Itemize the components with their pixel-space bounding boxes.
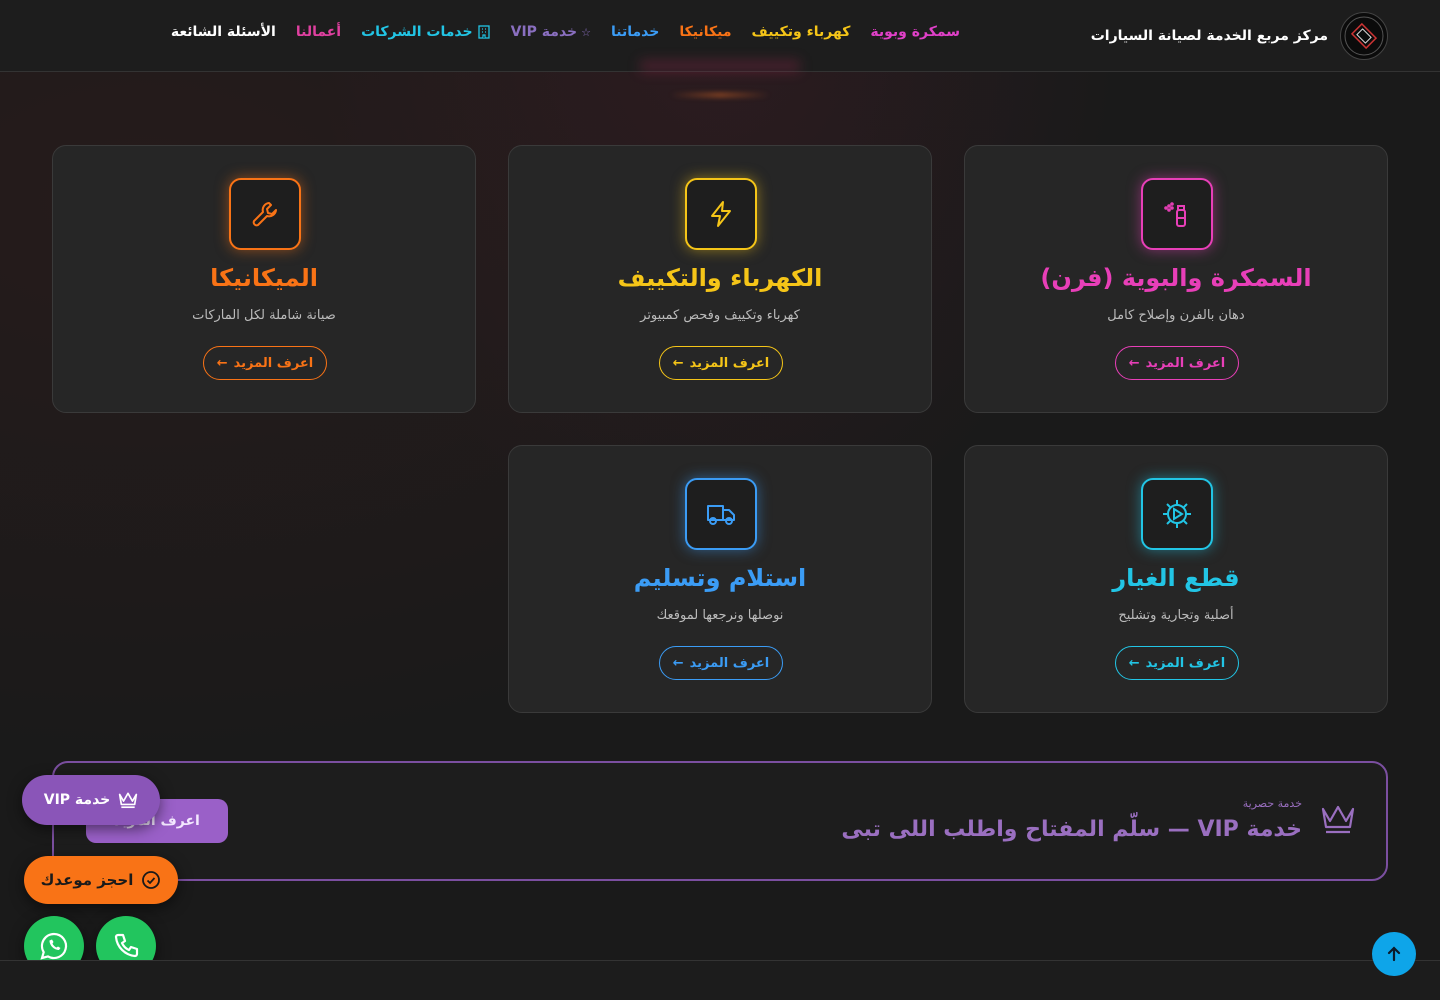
brand-title: مركز مربع الخدمة لصيانة السيارات: [1090, 28, 1328, 44]
scroll-to-top-button[interactable]: [1372, 932, 1416, 976]
brand[interactable]: مركز مربع الخدمة لصيانة السيارات: [1091, 12, 1388, 60]
crown-icon: [119, 792, 138, 809]
card-description: صيانة شاملة لكل الماركات: [192, 308, 336, 323]
service-card-bodywork: السمكرة والبوية (فرن) دهان بالفرن وإصلاح…: [964, 145, 1388, 413]
arrow-left-icon: ←: [1128, 355, 1140, 371]
floating-vip-button[interactable]: خدمة VIP: [22, 775, 160, 825]
nav-vip[interactable]: ☆ خدمة VIP: [511, 24, 591, 40]
nav-portfolio[interactable]: أعمالنا: [296, 24, 341, 40]
card-title: السمكرة والبوية (فرن): [1040, 264, 1312, 292]
nav-services[interactable]: خدماتنا: [611, 24, 659, 40]
crown-icon: [1321, 805, 1355, 834]
vip-kicker: خدمة حصرية: [1242, 797, 1302, 810]
nav-mechanics[interactable]: ميكانيكا: [679, 24, 731, 40]
star-icon: ☆: [581, 25, 592, 39]
card-description: أصلية وتجارية وتشليح: [1118, 608, 1234, 623]
whatsapp-icon: [40, 932, 68, 960]
card-title: استلام وتسليم: [633, 564, 807, 592]
learn-more-button[interactable]: اعرف المزيد ←: [659, 346, 783, 380]
card-description: نوصلها ونرجعها لموقعك: [656, 608, 784, 623]
arrow-left-icon: ←: [216, 355, 228, 371]
service-card-electrical: الكهرباء والتكييف كهرباء وتكييف وفحص كمب…: [508, 145, 932, 413]
nav-corporate[interactable]: خدمات الشركات: [361, 24, 491, 40]
wrench-icon: [229, 178, 301, 250]
truck-icon: [685, 478, 757, 550]
learn-more-button[interactable]: اعرف المزيد ←: [1115, 646, 1239, 680]
card-description: دهان بالفرن وإصلاح كامل: [1107, 308, 1245, 323]
arrow-left-icon: ←: [672, 655, 684, 671]
lightning-icon: [685, 178, 757, 250]
nav-electrical[interactable]: كهرباء وتكييف: [752, 24, 851, 40]
service-card-parts: قطع الغيار أصلية وتجارية وتشليح اعرف الم…: [964, 445, 1388, 713]
logo: [1340, 12, 1388, 60]
service-card-mechanics: الميكانيكا صيانة شاملة لكل الماركات اعرف…: [52, 145, 476, 413]
logo-emblem-icon: [1344, 16, 1384, 56]
card-description: كهرباء وتكييف وفحص كمبيوتر: [640, 308, 800, 323]
main-nav: سمكرة وبوية كهرباء وتكييف ميكانيكا خدمات…: [171, 24, 960, 40]
decorative-glow: [640, 60, 800, 72]
learn-more-button[interactable]: اعرف المزيد ←: [659, 646, 783, 680]
card-title: الميكانيكا: [210, 264, 318, 292]
service-card-pickup: استلام وتسليم نوصلها ونرجعها لموقعك اعرف…: [508, 445, 932, 713]
phone-icon: [114, 933, 139, 958]
nav-bodywork[interactable]: سمكرة وبوية: [870, 24, 960, 40]
arrow-left-icon: ←: [1128, 655, 1140, 671]
card-title: قطع الغيار: [1112, 564, 1240, 592]
learn-more-button[interactable]: اعرف المزيد ←: [1115, 346, 1239, 380]
check-circle-icon: [142, 871, 161, 889]
building-icon: [477, 25, 490, 39]
book-appointment-button[interactable]: احجز موعدك: [24, 856, 178, 904]
nav-faq[interactable]: الأسئلة الشائعة: [171, 24, 276, 40]
footer: [0, 960, 1440, 1000]
card-title: الكهرباء والتكييف: [617, 264, 823, 292]
section-underline: [670, 92, 770, 98]
vip-headline: خدمة VIP — سلّم المفتاح واطلب اللى تبى: [841, 817, 1302, 842]
vip-banner[interactable]: خدمة حصرية خدمة VIP — سلّم المفتاح واطلب…: [52, 761, 1388, 881]
arrow-left-icon: ←: [672, 355, 684, 371]
gear-icon: [1141, 478, 1213, 550]
learn-more-button[interactable]: اعرف المزيد ←: [203, 346, 327, 380]
spray-can-icon: [1141, 178, 1213, 250]
arrow-up-icon: [1387, 946, 1401, 962]
